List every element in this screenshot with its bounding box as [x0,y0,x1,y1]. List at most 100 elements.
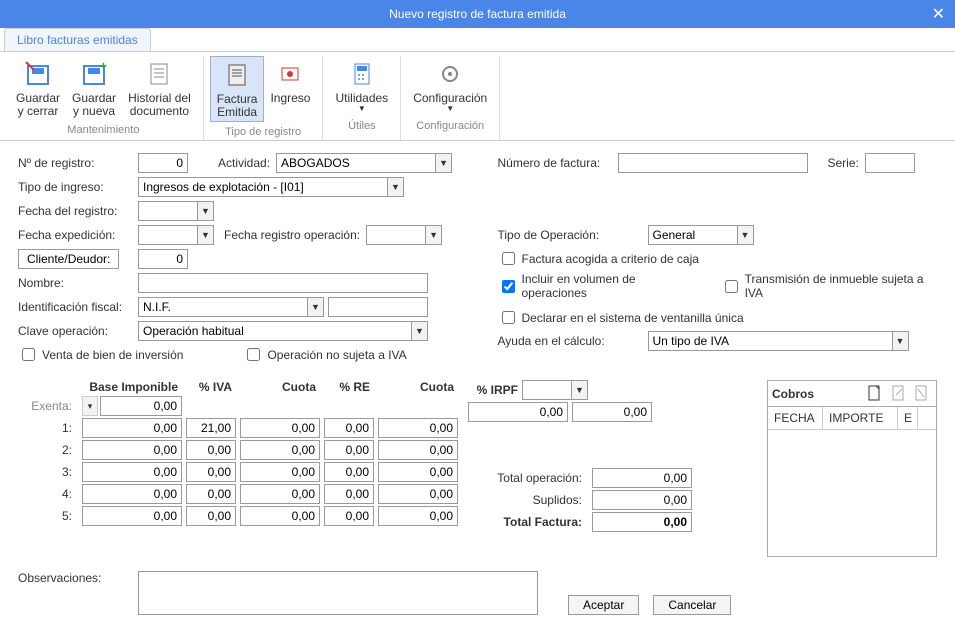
delete-doc-icon[interactable] [912,383,932,403]
cuota2-header: Cuota [378,380,458,394]
ayuda-calc-select[interactable] [648,331,893,351]
r1-iva[interactable] [186,418,236,438]
importe-col-header[interactable]: IMPORTE [823,407,898,429]
clave-op-select[interactable] [138,321,412,341]
incluir-vol-check[interactable]: Incluir en volumen de operaciones [498,272,697,300]
r3-iva[interactable] [186,462,236,482]
numero-factura-input[interactable] [618,153,808,173]
guardar-nueva-button[interactable]: + Guardar y nueva [66,56,122,120]
fecha-exped-input[interactable] [138,225,198,245]
invoice-icon [221,59,253,91]
r1-cuota2[interactable] [378,418,458,438]
r5-cuota[interactable] [240,506,320,526]
serie-input[interactable] [865,153,915,173]
venta-inversion-check[interactable]: Venta de bien de inversión [18,345,183,364]
r5-cuota2[interactable] [378,506,458,526]
ribbon-group-label: Tipo de registro [225,122,301,140]
gear-icon [434,58,466,90]
cliente-input[interactable] [138,249,188,269]
exenta-base[interactable] [100,396,182,416]
serie-label: Serie: [828,156,859,170]
fecha-reg-op-input[interactable] [366,225,426,245]
tab-libro-facturas[interactable]: Libro facturas emitidas [4,28,151,51]
e-col-header[interactable]: E [898,407,918,429]
ribbon-group-label: Mantenimiento [67,120,139,138]
guardar-cerrar-button[interactable]: Guardar y cerrar [10,56,66,120]
irpf-cuota[interactable] [572,402,652,422]
document-history-icon [143,58,175,90]
suplidos-input[interactable] [592,490,692,510]
tipo-operacion-select[interactable] [648,225,738,245]
r1-base[interactable] [82,418,182,438]
r1-cuota[interactable] [240,418,320,438]
observaciones-textarea[interactable] [138,571,538,615]
r2-base[interactable] [82,440,182,460]
ident-fiscal-value-input[interactable] [328,297,428,317]
titlebar: Nuevo registro de factura emitida ✕ [0,0,955,28]
utilidades-button[interactable]: Utilidades ▼ [329,56,394,116]
close-icon[interactable]: ✕ [932,4,945,24]
chevron-down-icon[interactable]: ▼ [572,380,588,400]
fecha-col-header[interactable]: FECHA [768,407,823,429]
r4-cuota[interactable] [240,484,320,504]
chevron-down-icon[interactable]: ▼ [198,201,214,221]
fecha-registro-input[interactable] [138,201,198,221]
r2-cuota[interactable] [240,440,320,460]
pct-iva-header: % IVA [186,380,236,394]
cliente-deudor-button[interactable]: Cliente/Deudor: [18,249,119,269]
ingreso-button[interactable]: Ingreso [264,56,316,122]
chevron-down-icon[interactable]: ▼ [893,331,909,351]
tipo-operacion-label: Tipo de Operación: [498,228,648,242]
r2-cuota2[interactable] [378,440,458,460]
aceptar-button[interactable]: Aceptar [568,595,639,615]
new-doc-icon[interactable] [865,383,885,403]
factura-emitida-button[interactable]: Factura Emitida [210,56,265,122]
r1-re[interactable] [324,418,374,438]
nombre-input[interactable] [138,273,428,293]
pct-irpf-header: % IRPF [468,383,518,397]
r5-re[interactable] [324,506,374,526]
chevron-down-icon[interactable]: ▼ [426,225,442,245]
r2-re[interactable] [324,440,374,460]
cancelar-button[interactable]: Cancelar [653,595,731,615]
configuracion-button[interactable]: Configuración ▼ [407,56,493,116]
r4-base[interactable] [82,484,182,504]
chevron-down-icon[interactable]: ▼ [436,153,452,173]
tipo-ingreso-select[interactable] [138,177,388,197]
tipo-ingreso-label: Tipo de ingreso: [18,180,138,194]
row-label: 5: [18,509,78,523]
r3-cuota2[interactable] [378,462,458,482]
r3-cuota[interactable] [240,462,320,482]
r5-base[interactable] [82,506,182,526]
actividad-select[interactable] [276,153,436,173]
fecha-reg-op-label: Fecha registro operación: [224,228,360,242]
r3-base[interactable] [82,462,182,482]
declarar-vent-check[interactable]: Declarar en el sistema de ventanilla úni… [498,308,938,327]
chevron-down-icon[interactable]: ▼ [198,225,214,245]
row-label: 1: [18,421,78,435]
r5-iva[interactable] [186,506,236,526]
op-no-sujeta-check[interactable]: Operación no sujeta a IVA [243,345,406,364]
r3-re[interactable] [324,462,374,482]
factura-caja-check[interactable]: Factura acogida a criterio de caja [498,249,938,268]
irpf-base[interactable] [468,402,568,422]
chevron-down-icon[interactable]: ▼ [738,225,754,245]
chevron-down-icon[interactable]: ▾ [82,396,98,416]
irpf-select[interactable] [522,380,572,400]
n-registro-input[interactable] [138,153,188,173]
transmision-check[interactable]: Transmisión de inmueble sujeta a IVA [721,272,937,300]
edit-doc-icon[interactable] [889,383,909,403]
chevron-down-icon[interactable]: ▼ [388,177,404,197]
ribbon-label: Guardar y cerrar [16,92,60,118]
chevron-down-icon[interactable]: ▼ [308,297,324,317]
historial-button[interactable]: Historial del documento [122,56,197,120]
cuota-header: Cuota [240,380,320,394]
r4-cuota2[interactable] [378,484,458,504]
chevron-down-icon[interactable]: ▼ [412,321,428,341]
chevron-down-icon: ▼ [446,105,454,114]
total-fac-label: Total Factura: [468,515,588,529]
r4-iva[interactable] [186,484,236,504]
ident-fiscal-select[interactable] [138,297,308,317]
r2-iva[interactable] [186,440,236,460]
r4-re[interactable] [324,484,374,504]
